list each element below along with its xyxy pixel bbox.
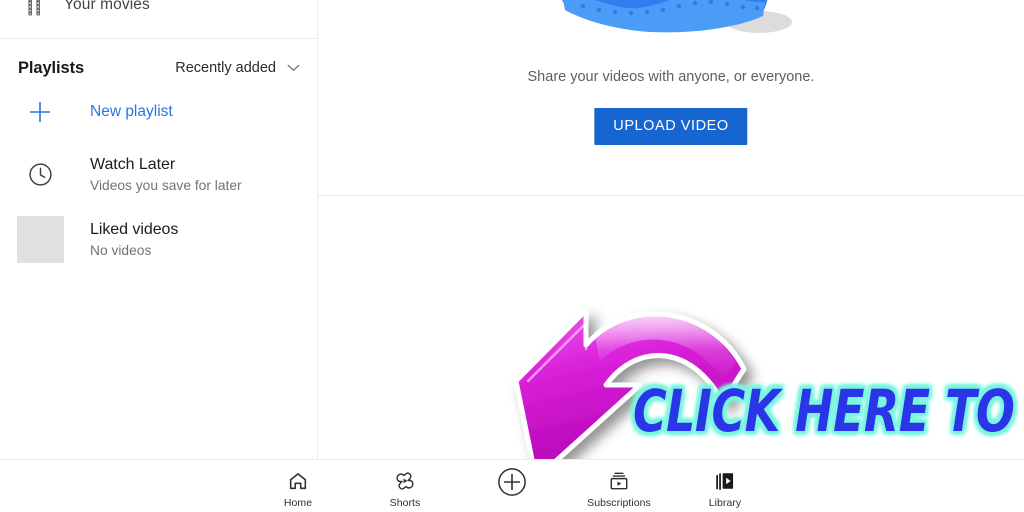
nav-item-library-label: Library: [708, 497, 742, 509]
shorts-icon: [394, 469, 416, 492]
upload-video-button[interactable]: UPLOAD VIDEO: [594, 108, 748, 145]
new-playlist-label: New playlist: [90, 103, 173, 120]
app-screen: Your movies Playlists Recently added New…: [0, 0, 1024, 512]
page-title: Playlists: [18, 58, 85, 77]
list-item-subtitle: No videos: [90, 242, 152, 258]
chevron-down-icon: [287, 64, 300, 72]
sidebar: Your movies Playlists Recently added New…: [0, 0, 318, 459]
nav-item-library[interactable]: Library: [697, 469, 753, 509]
bottom-navigation-bar: Home Shorts Subscriptions Library: [0, 459, 1024, 512]
nav-item-home[interactable]: Home: [274, 469, 322, 509]
list-item-title: Watch Later: [90, 155, 176, 173]
library-icon: [714, 469, 736, 492]
nav-item-subscriptions[interactable]: Subscriptions: [582, 469, 656, 509]
nav-item-home-label: Home: [283, 497, 313, 509]
list-item-text: Watch Later Videos you save for later: [90, 156, 242, 193]
film-strip-icon: [8, 0, 64, 19]
upload-promo-block: Share your videos with anyone, or everyo…: [318, 0, 1024, 195]
sidebar-divider: [0, 38, 318, 39]
new-playlist-button[interactable]: New playlist: [0, 92, 318, 132]
nav-item-shorts-label: Shorts: [389, 497, 421, 509]
nav-item-subscriptions-label: Subscriptions: [587, 497, 651, 509]
list-item[interactable]: Watch Later Videos you save for later: [0, 148, 318, 200]
plus-icon: [12, 92, 68, 132]
main-content: Share your videos with anyone, or everyo…: [318, 0, 1024, 459]
nav-item-shorts[interactable]: Shorts: [381, 469, 429, 509]
share-videos-illustration: [541, 0, 801, 44]
create-plus-icon: [497, 467, 527, 496]
sidebar-item-your-movies[interactable]: Your movies: [0, 0, 318, 28]
list-item-text: Liked videos No videos: [90, 221, 178, 258]
home-icon: [287, 469, 309, 492]
list-item[interactable]: Liked videos No videos: [0, 213, 318, 265]
sort-dropdown[interactable]: Recently added: [175, 52, 300, 84]
clock-icon: [12, 148, 68, 200]
playlists-header: Playlists Recently added: [0, 52, 318, 84]
your-movies-label: Your movies: [64, 0, 150, 13]
list-item-subtitle: Videos you save for later: [90, 177, 242, 193]
create-button[interactable]: [490, 467, 534, 498]
content-divider: [318, 195, 1024, 196]
subscriptions-icon: [608, 469, 630, 492]
promo-caption: Share your videos with anyone, or everyo…: [527, 69, 815, 85]
thumbnail-placeholder: [12, 213, 68, 265]
list-item-title: Liked videos: [90, 220, 179, 238]
sort-dropdown-label: Recently added: [175, 60, 276, 76]
